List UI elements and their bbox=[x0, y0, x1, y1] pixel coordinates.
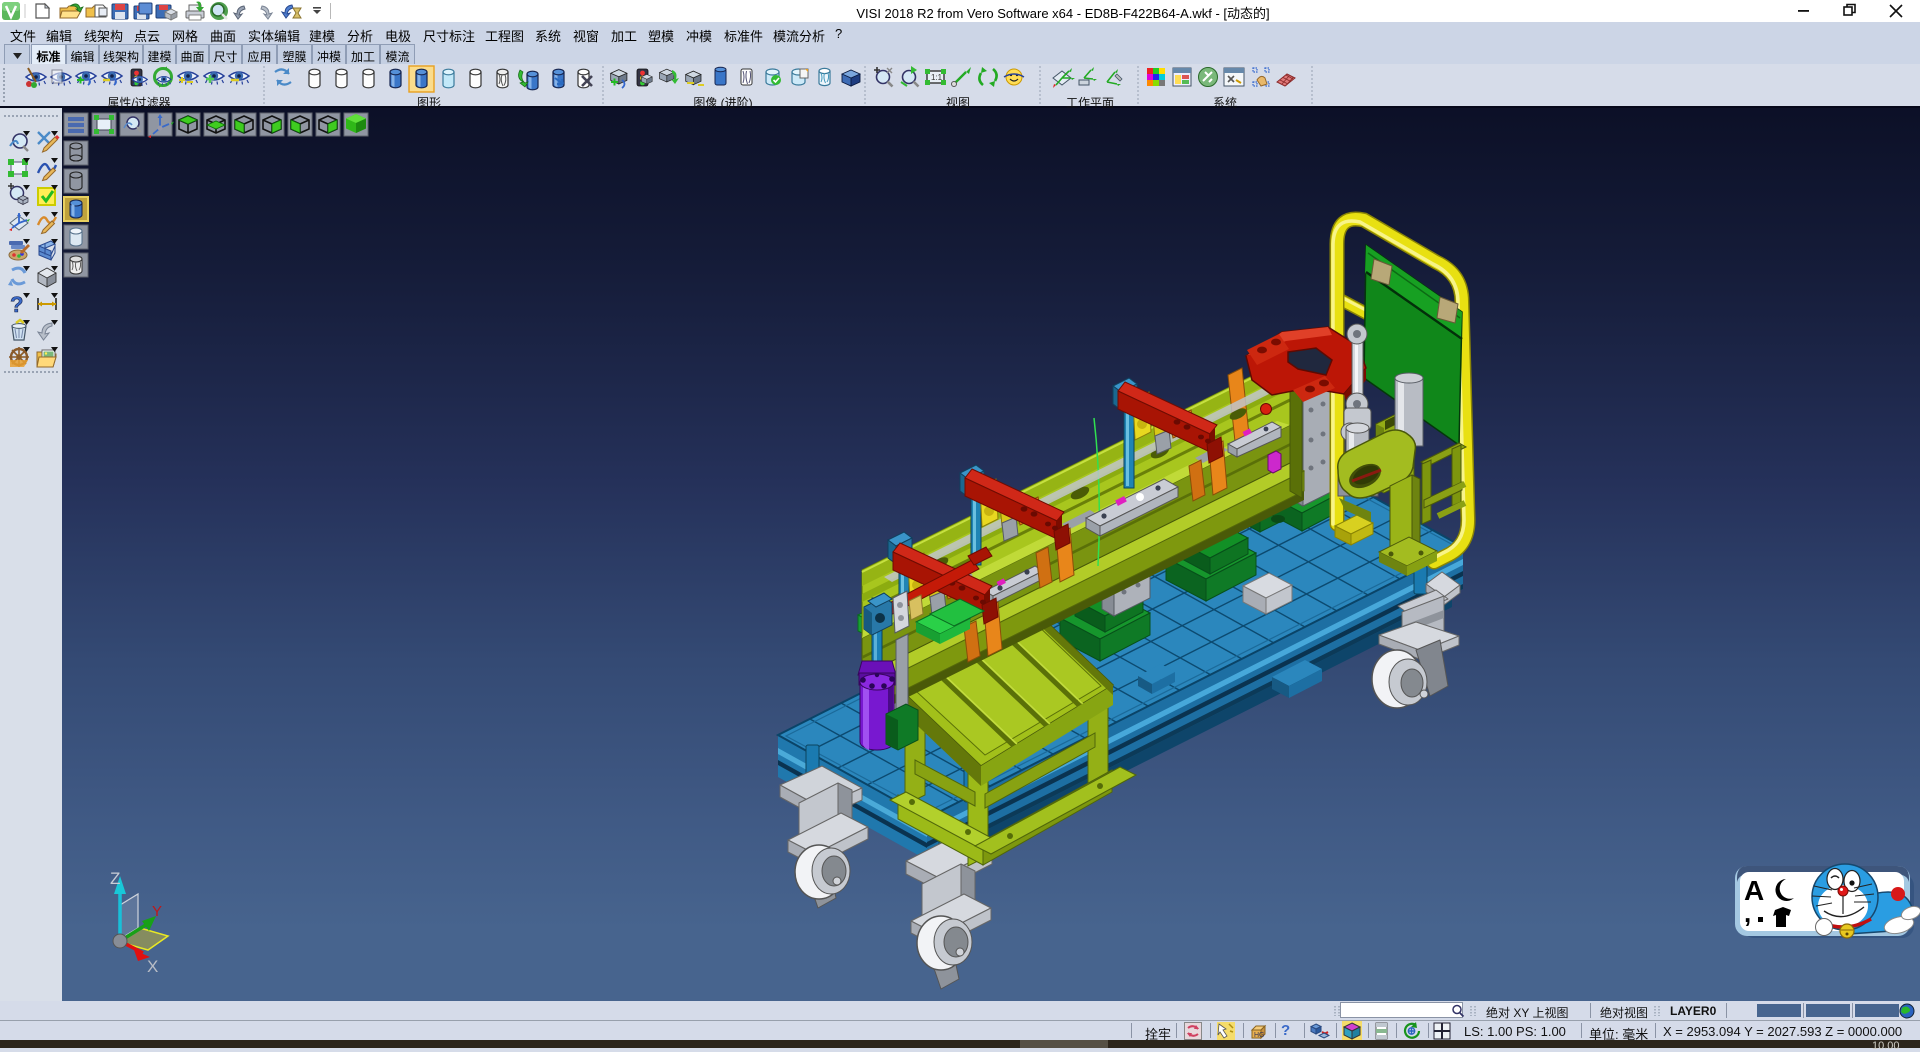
svg-text:HG: HG bbox=[1254, 1032, 1265, 1039]
svg-text:1:1: 1:1 bbox=[931, 73, 943, 82]
svg-text:Z: Z bbox=[110, 869, 120, 888]
svg-text:Y: Y bbox=[152, 903, 162, 920]
svg-text:?: ? bbox=[10, 292, 23, 317]
svg-text:,: , bbox=[1744, 898, 1751, 928]
svg-text:X: X bbox=[147, 957, 158, 976]
